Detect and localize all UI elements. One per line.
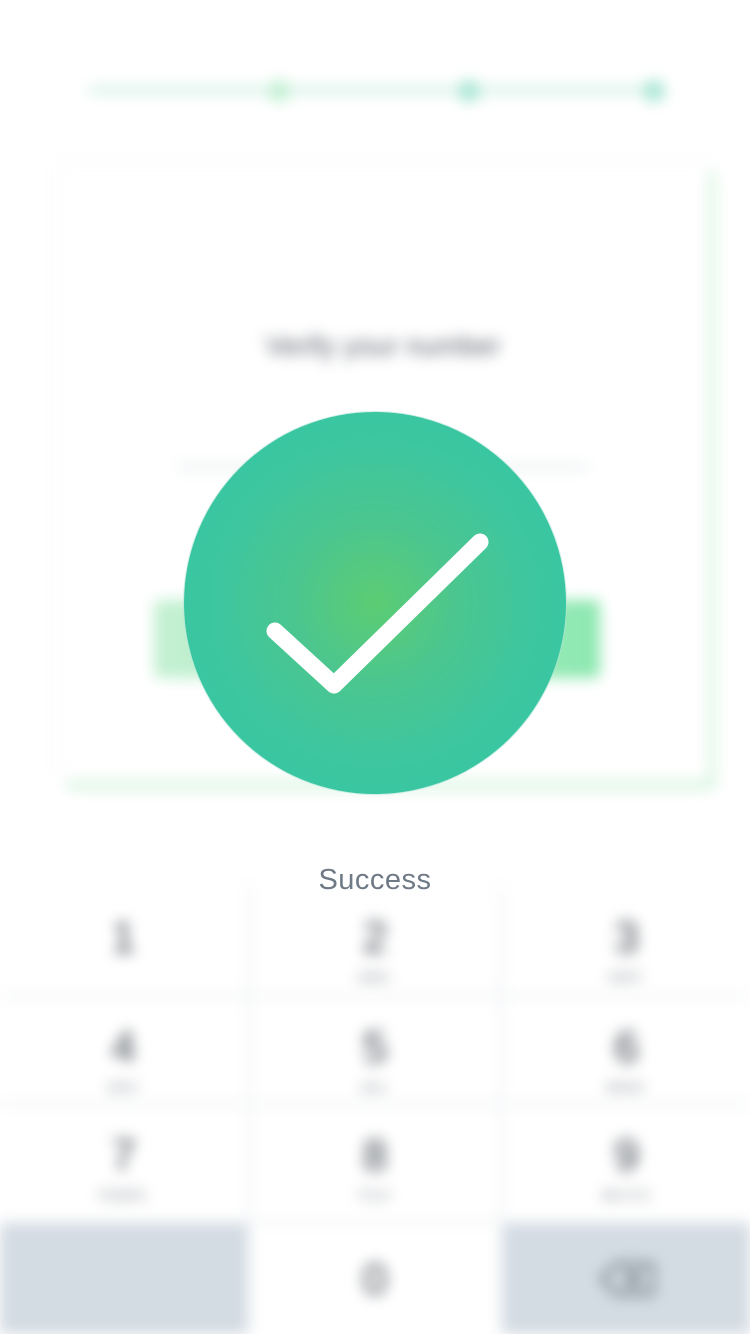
key-digit: 5 bbox=[362, 1023, 388, 1072]
key-5[interactable]: 5 JKL bbox=[251, 998, 499, 1102]
key-1[interactable]: 1 bbox=[0, 888, 247, 994]
key-letters: WXYZ bbox=[602, 1187, 651, 1203]
key-digit: 6 bbox=[614, 1023, 639, 1072]
key-digit: 0 bbox=[362, 1255, 388, 1304]
key-empty bbox=[0, 1224, 247, 1334]
success-badge bbox=[184, 412, 566, 794]
stepper-step-3 bbox=[643, 80, 666, 102]
card-title: Verify your number bbox=[265, 330, 501, 361]
key-6[interactable]: 6 MNO bbox=[503, 998, 750, 1102]
key-0[interactable]: 0 bbox=[251, 1224, 499, 1334]
key-letters: JKL bbox=[359, 1079, 391, 1095]
progress-stepper bbox=[88, 80, 666, 102]
key-letters: ABC bbox=[357, 969, 393, 985]
key-8[interactable]: 8 TUV bbox=[251, 1106, 499, 1220]
key-digit: 7 bbox=[111, 1131, 136, 1180]
key-digit: 3 bbox=[614, 913, 639, 962]
key-digit: 8 bbox=[362, 1131, 388, 1180]
checkmark-icon bbox=[266, 533, 489, 694]
key-7[interactable]: 7 PQRS bbox=[0, 1106, 247, 1220]
key-letters: PQRS bbox=[99, 1187, 148, 1203]
backspace-key[interactable] bbox=[503, 1224, 750, 1334]
key-letters: MNO bbox=[607, 1079, 646, 1095]
key-2[interactable]: 2 ABC bbox=[251, 888, 499, 994]
success-label: Success bbox=[318, 864, 432, 896]
key-9[interactable]: 9 WXYZ bbox=[503, 1106, 750, 1220]
key-4[interactable]: 4 GHI bbox=[0, 998, 247, 1102]
key-3[interactable]: 3 DEF bbox=[503, 888, 750, 994]
key-letters: TUV bbox=[358, 1187, 392, 1203]
stepper-step-1 bbox=[267, 80, 290, 102]
key-letters: DEF bbox=[609, 969, 644, 985]
stepper-step-2 bbox=[458, 80, 481, 102]
numeric-keypad: 1 2 ABC 3 DEF 4 GHI 5 JKL 6 MNO 7 PQRS 8… bbox=[0, 888, 750, 1334]
key-digit: 2 bbox=[362, 913, 388, 962]
key-digit: 4 bbox=[111, 1023, 136, 1072]
key-letters: GHI bbox=[108, 1079, 139, 1095]
key-digit: 1 bbox=[111, 913, 136, 962]
stepper-track bbox=[88, 86, 666, 94]
key-digit: 9 bbox=[614, 1131, 639, 1180]
backspace-icon bbox=[600, 1262, 654, 1296]
